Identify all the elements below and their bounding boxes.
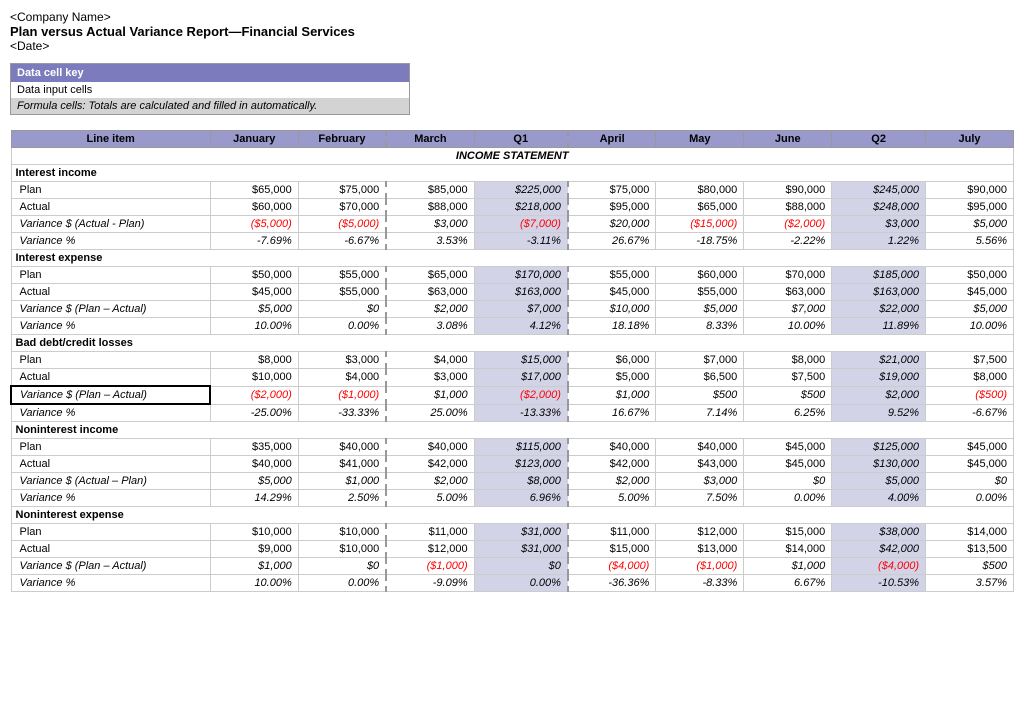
data-row-1-2: Variance $ (Plan – Actual)$5,000$0$2,000… — [11, 301, 1014, 318]
legend-formula-label: Formula cells: Totals are calculated and… — [11, 98, 409, 114]
data-row-3-1: Actual$40,000$41,000$42,000$123,000$42,0… — [11, 456, 1014, 473]
col-header-q2: Q2 — [832, 131, 926, 148]
data-row-1-1: Actual$45,000$55,000$63,000$163,000$45,0… — [11, 284, 1014, 301]
col-header-january: January — [210, 131, 298, 148]
data-row-3-3: Variance %14.29%2.50%5.00%6.96%5.00%7.50… — [11, 490, 1014, 507]
data-row-0-2: Variance $ (Actual - Plan)($5,000)($5,00… — [11, 216, 1014, 233]
data-row-2-1: Actual$10,000$4,000$3,000$17,000$5,000$6… — [11, 369, 1014, 387]
data-row-1-0: Plan$50,000$55,000$65,000$170,000$55,000… — [11, 267, 1014, 284]
data-row-4-0: Plan$10,000$10,000$11,000$31,000$11,000$… — [11, 524, 1014, 541]
section-header-1: Interest expense — [11, 250, 1014, 267]
report-header: <Company Name> Plan versus Actual Varian… — [10, 10, 1014, 53]
income-statement-label: INCOME STATEMENT — [11, 148, 1014, 165]
col-header-march: March — [386, 131, 474, 148]
section-header-0: Interest income — [11, 165, 1014, 182]
report-date: <Date> — [10, 39, 1014, 53]
variance-table: Line item January February March Q1 Apri… — [10, 130, 1014, 592]
col-header-april: April — [568, 131, 656, 148]
section-header-3: Noninterest income — [11, 422, 1014, 439]
col-header-february: February — [298, 131, 386, 148]
section-header-2: Bad debt/credit losses — [11, 335, 1014, 352]
data-row-1-3: Variance %10.00%0.00%3.08%4.12%18.18%8.3… — [11, 318, 1014, 335]
data-row-0-0: Plan$65,000$75,000$85,000$225,000$75,000… — [11, 182, 1014, 199]
col-header-q1: Q1 — [474, 131, 568, 148]
legend-box: Data cell key Data input cells Formula c… — [10, 63, 410, 115]
data-row-2-0: Plan$8,000$3,000$4,000$15,000$6,000$7,00… — [11, 352, 1014, 369]
col-header-june: June — [744, 131, 832, 148]
company-name: <Company Name> — [10, 10, 1014, 24]
table-header-row: Line item January February March Q1 Apri… — [11, 131, 1014, 148]
report-title: Plan versus Actual Variance Report—Finan… — [10, 24, 1014, 39]
data-row-0-3: Variance %-7.69%-6.67%3.53%-3.11%26.67%-… — [11, 233, 1014, 250]
col-header-lineitem: Line item — [11, 131, 210, 148]
main-table-container: Line item January February March Q1 Apri… — [10, 130, 1014, 592]
data-row-3-2: Variance $ (Actual – Plan)$5,000$1,000$2… — [11, 473, 1014, 490]
section-header-4: Noninterest expense — [11, 507, 1014, 524]
legend-input-label: Data input cells — [11, 82, 409, 98]
data-row-4-3: Variance %10.00%0.00%-9.09%0.00%-36.36%-… — [11, 575, 1014, 592]
data-row-3-0: Plan$35,000$40,000$40,000$115,000$40,000… — [11, 439, 1014, 456]
data-row-2-3: Variance %-25.00%-33.33%25.00%-13.33%16.… — [11, 404, 1014, 422]
data-row-4-1: Actual$9,000$10,000$12,000$31,000$15,000… — [11, 541, 1014, 558]
legend-header: Data cell key — [11, 64, 409, 82]
data-row-0-1: Actual$60,000$70,000$88,000$218,000$95,0… — [11, 199, 1014, 216]
col-header-july: July — [926, 131, 1014, 148]
col-header-may: May — [656, 131, 744, 148]
highlighted-variance-row: Variance $ (Plan – Actual)($2,000)($1,00… — [11, 386, 1014, 404]
data-row-4-2: Variance $ (Plan – Actual)$1,000$0($1,00… — [11, 558, 1014, 575]
